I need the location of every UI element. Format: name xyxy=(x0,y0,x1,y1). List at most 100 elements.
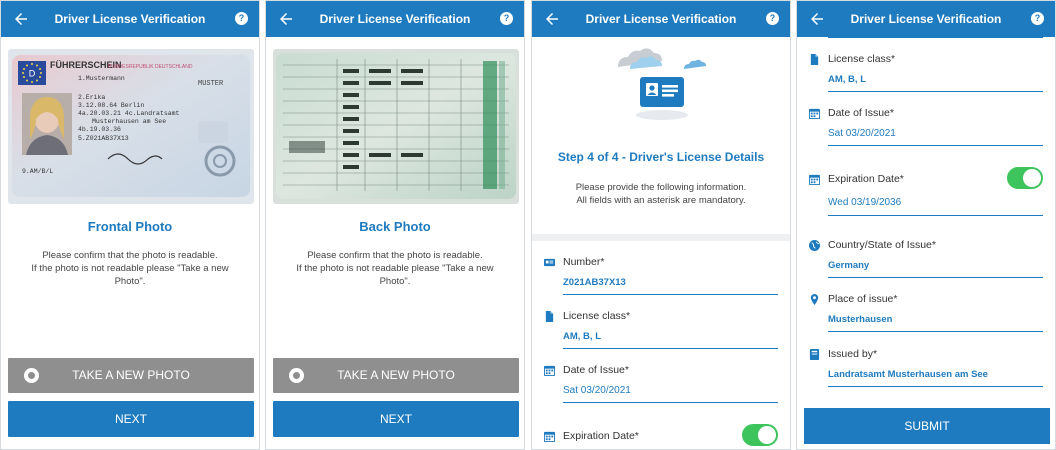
help-icon[interactable]: ? xyxy=(500,12,513,25)
issue-date-underline xyxy=(563,402,778,403)
card-country-code: D xyxy=(29,69,36,79)
place-of-issue-label: Place of issue* xyxy=(828,293,898,305)
take-new-photo-button[interactable]: TAKE A NEW PHOTO xyxy=(273,358,519,393)
issue-date-label: Date of Issue* xyxy=(828,107,894,119)
step-instructions-line-1: Please provide the following information… xyxy=(575,182,747,193)
issued-by-underline xyxy=(828,386,1043,387)
readability-message-line-1: Please confirm that the photo is readabl… xyxy=(42,250,218,261)
camera-icon xyxy=(289,368,304,383)
license-class-label: License class* xyxy=(828,53,896,65)
step-instructions-line-2: All fields with an asterisk are mandator… xyxy=(576,195,746,206)
license-class-underline xyxy=(828,91,1043,92)
number-label: Number* xyxy=(563,256,605,268)
back-arrow-icon[interactable] xyxy=(277,10,295,28)
card-line-7: 5.Z021AB37X13 xyxy=(78,135,129,142)
screen-title: Driver License Verification xyxy=(319,12,471,26)
expiration-date-label: Expiration Date* xyxy=(828,173,904,185)
expiration-date-value[interactable]: Wed 03/19/2036 xyxy=(828,197,901,208)
book-icon xyxy=(809,349,820,360)
card-line-8: 9.AM/B/L xyxy=(22,168,53,175)
back-arrow-icon[interactable] xyxy=(543,10,561,28)
id-card-icon xyxy=(544,258,555,267)
license-class-value[interactable]: AM, B, L xyxy=(563,331,601,342)
card-country-text: BUNDESREPUBLIK DEUTSCHLAND xyxy=(108,64,193,70)
country-label: Country/State of Issue* xyxy=(828,239,936,251)
photo-title: Frontal Photo xyxy=(87,219,173,234)
license-class-label: License class* xyxy=(563,310,631,322)
card-line-6: 4b.19.03.36 xyxy=(78,126,121,133)
card-line-3: 3.12.08.64 Berlin xyxy=(78,102,144,109)
camera-icon xyxy=(24,368,39,383)
screen-title: Driver License Verification xyxy=(850,12,1002,26)
photo-title: Back Photo xyxy=(359,219,431,234)
document-icon xyxy=(810,54,819,65)
submit-button[interactable]: SUBMIT xyxy=(804,408,1050,444)
expiration-date-label: Expiration Date* xyxy=(563,430,639,442)
country-underline xyxy=(828,277,1043,278)
license-class-underline xyxy=(563,348,778,349)
help-icon[interactable]: ? xyxy=(1031,12,1044,25)
next-button[interactable]: NEXT xyxy=(273,401,519,437)
section-divider xyxy=(532,234,790,241)
issued-by-value[interactable]: Landratsamt Musterhausen am See xyxy=(828,369,988,380)
next-label: NEXT xyxy=(114,412,147,426)
top-bar: Driver License Verification ? xyxy=(1,1,259,37)
readability-message-line-2: If the photo is not readable please "Tak… xyxy=(296,263,494,287)
expiration-date-toggle[interactable] xyxy=(742,424,778,446)
calendar-icon xyxy=(544,365,555,376)
card-line-4: 4a.20.03.21 4c.Landratsamt xyxy=(78,110,180,117)
top-bar: Driver License Verification ? xyxy=(797,1,1055,37)
previous-field-underline xyxy=(828,37,1043,38)
top-bar: Driver License Verification ? xyxy=(266,1,524,37)
number-underline xyxy=(563,294,778,295)
readability-message-line-1: Please confirm that the photo is readabl… xyxy=(307,250,483,261)
screen-title: Driver License Verification xyxy=(54,12,206,26)
license-class-value[interactable]: AM, B, L xyxy=(828,74,866,85)
country-value[interactable]: Germany xyxy=(828,260,869,271)
readability-message-line-2: If the photo is not readable please "Tak… xyxy=(31,263,229,287)
readability-message: Please confirm that the photo is readabl… xyxy=(284,249,506,288)
card-line-2: 2.Erika xyxy=(78,94,105,101)
step-instructions: Please provide the following information… xyxy=(542,181,780,207)
help-icon[interactable]: ? xyxy=(766,12,779,25)
issued-by-label: Issued by* xyxy=(828,348,878,360)
take-new-photo-button[interactable]: TAKE A NEW PHOTO xyxy=(8,358,254,393)
license-details-screen: Driver License Verification ? Step 4 of … xyxy=(531,0,791,450)
issue-date-value[interactable]: Sat 03/20/2021 xyxy=(828,128,896,139)
calendar-icon xyxy=(809,108,820,119)
place-of-issue-underline xyxy=(828,331,1043,332)
help-icon[interactable]: ? xyxy=(235,12,248,25)
calendar-icon xyxy=(809,174,820,185)
id-card-illustration xyxy=(618,48,706,120)
issue-date-label: Date of Issue* xyxy=(563,364,629,376)
front-photo-screen: Driver License Verification ? D FÜHRERSC… xyxy=(0,0,260,450)
top-bar: Driver License Verification ? xyxy=(532,1,790,37)
document-icon xyxy=(545,311,554,322)
next-label: NEXT xyxy=(379,412,412,426)
expiration-date-toggle[interactable] xyxy=(1007,167,1043,189)
back-arrow-icon[interactable] xyxy=(12,10,30,28)
take-new-photo-label: TAKE A NEW PHOTO xyxy=(337,368,455,382)
step-title: Step 4 of 4 - Driver's License Details xyxy=(557,150,765,164)
card-line-1: 1.Mustermann xyxy=(78,75,125,82)
next-button[interactable]: NEXT xyxy=(8,401,254,437)
card-name-corner: MUSTER xyxy=(198,80,224,88)
license-details-screen-scrolled: Driver License Verification ? License cl… xyxy=(796,0,1056,450)
readability-message: Please confirm that the photo is readabl… xyxy=(19,249,241,288)
issue-date-underline xyxy=(828,145,1043,146)
number-value[interactable]: Z021AB37X13 xyxy=(563,277,626,288)
place-of-issue-value[interactable]: Musterhausen xyxy=(828,314,892,325)
issue-date-value[interactable]: Sat 03/20/2021 xyxy=(563,385,631,396)
location-pin-icon xyxy=(810,294,819,305)
back-photo-screen: Driver License Verification ? Back Photo… xyxy=(265,0,525,450)
screen-title: Driver License Verification xyxy=(585,12,737,26)
calendar-icon xyxy=(544,431,555,442)
front-license-photo: D FÜHRERSCHEIN BUNDESREPUBLIK DEUTSCHLAN… xyxy=(8,49,254,204)
expiration-date-underline xyxy=(828,215,1043,216)
back-arrow-icon[interactable] xyxy=(808,10,826,28)
take-new-photo-label: TAKE A NEW PHOTO xyxy=(72,368,190,382)
back-license-photo xyxy=(273,49,519,204)
submit-label: SUBMIT xyxy=(904,419,950,433)
card-line-5: Musterhausen am See xyxy=(92,118,166,125)
globe-icon xyxy=(809,240,820,251)
